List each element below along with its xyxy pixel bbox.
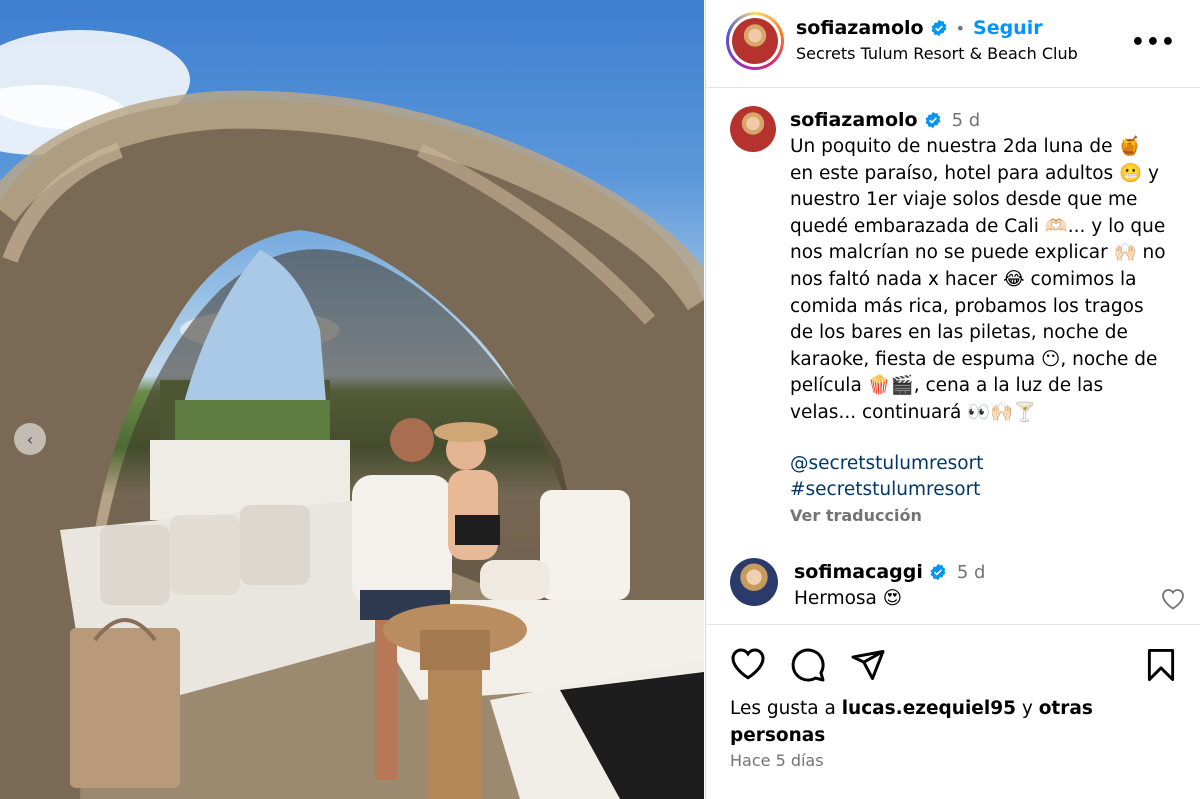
- photo-illustration: [0, 30, 704, 799]
- post-date: Hace 5 días: [730, 751, 824, 770]
- post-location[interactable]: Secrets Tulum Resort & Beach Club: [796, 44, 1078, 63]
- commenter-avatar[interactable]: [730, 558, 778, 606]
- separator-dot: •: [955, 18, 966, 38]
- follow-button[interactable]: Seguir: [973, 17, 1043, 39]
- likes-summary: Les gusta a lucas.ezequiel95 y otras per…: [730, 695, 1170, 749]
- comment-text: Hermosa 😍: [794, 588, 903, 609]
- carousel-prev-button[interactable]: ‹: [14, 423, 46, 455]
- comment-time: 5 d: [956, 561, 986, 583]
- caption-author-avatar[interactable]: [730, 106, 776, 152]
- verified-badge-icon: [931, 19, 947, 37]
- caption-author-username[interactable]: sofiazamolo: [790, 109, 918, 131]
- verified-badge-icon: [930, 563, 946, 581]
- verified-badge-icon: [925, 111, 941, 129]
- comment-icon[interactable]: [790, 647, 826, 683]
- likes-user-link[interactable]: lucas.ezequiel95: [842, 698, 1016, 719]
- more-options-icon[interactable]: •••: [1131, 30, 1176, 55]
- author-username[interactable]: sofiazamolo: [796, 17, 924, 39]
- hashtag-link[interactable]: #secretstulumresort: [790, 477, 1188, 504]
- post-photo[interactable]: ‹: [0, 0, 704, 799]
- share-icon[interactable]: [850, 647, 886, 683]
- author-avatar[interactable]: [732, 18, 778, 64]
- caption-time: 5 d: [951, 109, 981, 131]
- post-side-panel: sofiazamolo • Seguir Secrets Tulum Resor…: [705, 0, 1200, 799]
- likes-connector: y: [1021, 698, 1033, 719]
- post-header: sofiazamolo • Seguir Secrets Tulum Resor…: [706, 0, 1200, 88]
- bookmark-icon[interactable]: [1145, 647, 1177, 683]
- comment-item: sofimacaggi 5 d Hermosa 😍: [730, 558, 1185, 618]
- mention-link[interactable]: @secretstulumresort: [790, 451, 1188, 478]
- post-actions: Les gusta a lucas.ezequiel95 y otras per…: [706, 624, 1200, 799]
- likes-prefix: Les gusta a: [730, 698, 836, 719]
- comment-like-heart-icon[interactable]: [1161, 588, 1185, 610]
- caption-hashtags: @secretstulumresort #secretstulumresort: [790, 451, 1188, 504]
- commenter-username[interactable]: sofimacaggi: [794, 561, 923, 583]
- chevron-left-icon: ‹: [26, 429, 34, 449]
- caption-text: Un poquito de nuestra 2da luna de 🍯 en e…: [790, 136, 1166, 423]
- see-translation-link[interactable]: Ver traducción: [790, 506, 1188, 525]
- author-avatar-ring[interactable]: [726, 12, 784, 70]
- heart-icon[interactable]: [730, 647, 766, 683]
